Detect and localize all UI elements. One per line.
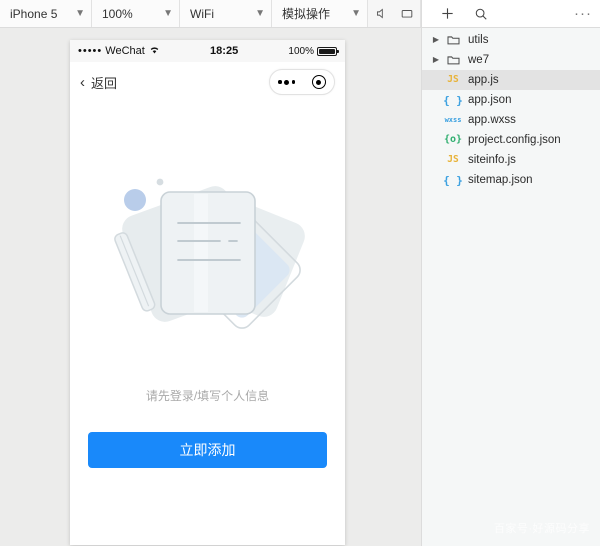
js-file-icon: JS	[447, 74, 459, 86]
simulate-action-label: 模拟操作	[282, 7, 331, 21]
zoom-select[interactable]: 100% ▼	[92, 0, 180, 27]
file-tree-row[interactable]: ▶JSapp.js	[422, 70, 600, 90]
file-name-label: we7	[468, 54, 490, 66]
file-tree-row[interactable]: ▶ utils	[422, 30, 600, 50]
battery-full-icon	[317, 46, 339, 56]
file-tree-row[interactable]: ▶{ }app.json	[422, 90, 600, 110]
file-tree-row[interactable]: ▶JSsiteinfo.js	[422, 150, 600, 170]
empty-document-illustration	[98, 160, 318, 355]
target-circle-icon[interactable]	[311, 75, 326, 89]
js-file-icon: JS	[447, 154, 459, 166]
file-explorer-panel[interactable]: ▶utils▶we7▶JSapp.js▶{ }app.json▶wxssapp.…	[421, 28, 600, 546]
phone-frame: ••••• WeChat 18:25 100% ‹ 返回 请先登录/填写个人信息…	[70, 40, 345, 545]
file-name-label: utils	[468, 34, 489, 46]
file-tree-row[interactable]: ▶{o}project.config.json	[422, 130, 600, 150]
add-now-button[interactable]: 立即添加	[88, 432, 327, 468]
network-select-label: WiFi	[190, 6, 214, 21]
status-bar-right: 100%	[288, 45, 339, 57]
status-bar-left: ••••• WeChat	[78, 45, 160, 57]
phone-nav-bar: ‹ 返回	[70, 62, 345, 102]
file-name-label: siteinfo.js	[468, 154, 516, 166]
chevron-right-icon[interactable]: ▶	[430, 36, 442, 44]
phone-status-bar: ••••• WeChat 18:25 100%	[70, 40, 345, 62]
chevron-down-icon: ▼	[75, 7, 85, 19]
folder-icon	[442, 54, 464, 67]
folder-icon	[442, 34, 464, 47]
file-name-label: app.js	[468, 74, 499, 86]
file-name-label: app.json	[468, 94, 512, 106]
json-file-icon: { }	[443, 93, 463, 107]
more-dots-icon[interactable]	[278, 79, 296, 85]
back-button[interactable]: ‹ 返回	[80, 73, 117, 92]
device-select[interactable]: iPhone 5 ▼	[0, 0, 92, 27]
chevron-right-icon[interactable]: ▶	[430, 56, 442, 64]
file-name-label: app.wxss	[468, 114, 516, 126]
chevron-down-icon: ▼	[163, 7, 173, 19]
plus-icon[interactable]	[430, 0, 464, 27]
chevron-left-icon: ‹	[80, 73, 85, 91]
file-tree-row[interactable]: ▶ we7	[422, 50, 600, 70]
devtools-window: iPhone 5 ▼ 100% ▼ WiFi ▼ 模拟操作 ▼ ··· ••••…	[0, 0, 600, 546]
hint-text: 请先登录/填写个人信息	[145, 389, 270, 403]
network-select[interactable]: WiFi ▼	[180, 0, 272, 27]
back-button-label: 返回	[91, 75, 118, 91]
file-tree-row[interactable]: ▶{ }sitemap.json	[422, 170, 600, 190]
file-tree: ▶utils▶we7▶JSapp.js▶{ }app.json▶wxssapp.…	[422, 28, 600, 190]
status-bar-time: 18:25	[210, 45, 239, 57]
search-icon[interactable]	[464, 0, 498, 27]
wechat-capsule	[269, 69, 335, 95]
mini-program-page: 请先登录/填写个人信息 立即添加	[70, 102, 345, 545]
chevron-down-icon: ▼	[255, 7, 265, 19]
screen-icon[interactable]	[394, 0, 420, 27]
speaker-mute-icon[interactable]	[368, 0, 394, 27]
chevron-down-icon: ▼	[351, 7, 361, 19]
wxss-file-icon: wxss	[444, 115, 462, 124]
signal-dots-icon: •••••	[78, 44, 103, 57]
top-toolbar: iPhone 5 ▼ 100% ▼ WiFi ▼ 模拟操作 ▼ ···	[0, 0, 600, 28]
simulate-action-select[interactable]: 模拟操作 ▼	[272, 0, 368, 27]
file-tree-row[interactable]: ▶wxssapp.wxss	[422, 110, 600, 130]
wifi-icon	[149, 45, 160, 57]
toolbar-right-section: ···	[421, 0, 600, 27]
carrier-label: WeChat	[105, 45, 145, 57]
battery-percent-label: 100%	[288, 45, 314, 57]
simulator-area: ••••• WeChat 18:25 100% ‹ 返回 请先登录/填写个人信息…	[0, 28, 421, 546]
overflow-menu-icon[interactable]: ···	[574, 6, 592, 21]
file-name-label: project.config.json	[468, 134, 561, 146]
file-name-label: sitemap.json	[468, 174, 533, 186]
config-file-icon: {o}	[443, 134, 463, 145]
json-file-icon: { }	[443, 173, 463, 187]
zoom-select-label: 100%	[102, 6, 133, 21]
device-select-label: iPhone 5	[10, 6, 58, 21]
